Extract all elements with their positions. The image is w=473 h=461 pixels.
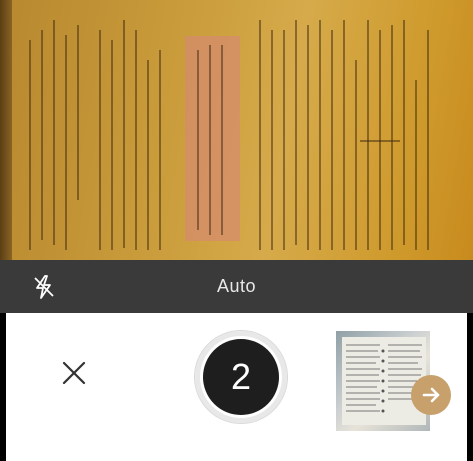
flash-toggle-button[interactable] [30, 273, 58, 301]
next-button[interactable] [411, 375, 451, 415]
close-button[interactable] [58, 357, 90, 389]
camera-viewfinder[interactable] [0, 0, 473, 260]
captured-page-count[interactable]: 2 [203, 339, 279, 415]
capture-mode-bar[interactable]: Auto [0, 260, 473, 313]
arrow-right-icon [422, 387, 440, 403]
capture-mode-label[interactable]: Auto [217, 276, 256, 297]
close-icon [62, 361, 86, 385]
document-text-preview [29, 20, 429, 250]
flash-auto-icon [34, 275, 54, 299]
